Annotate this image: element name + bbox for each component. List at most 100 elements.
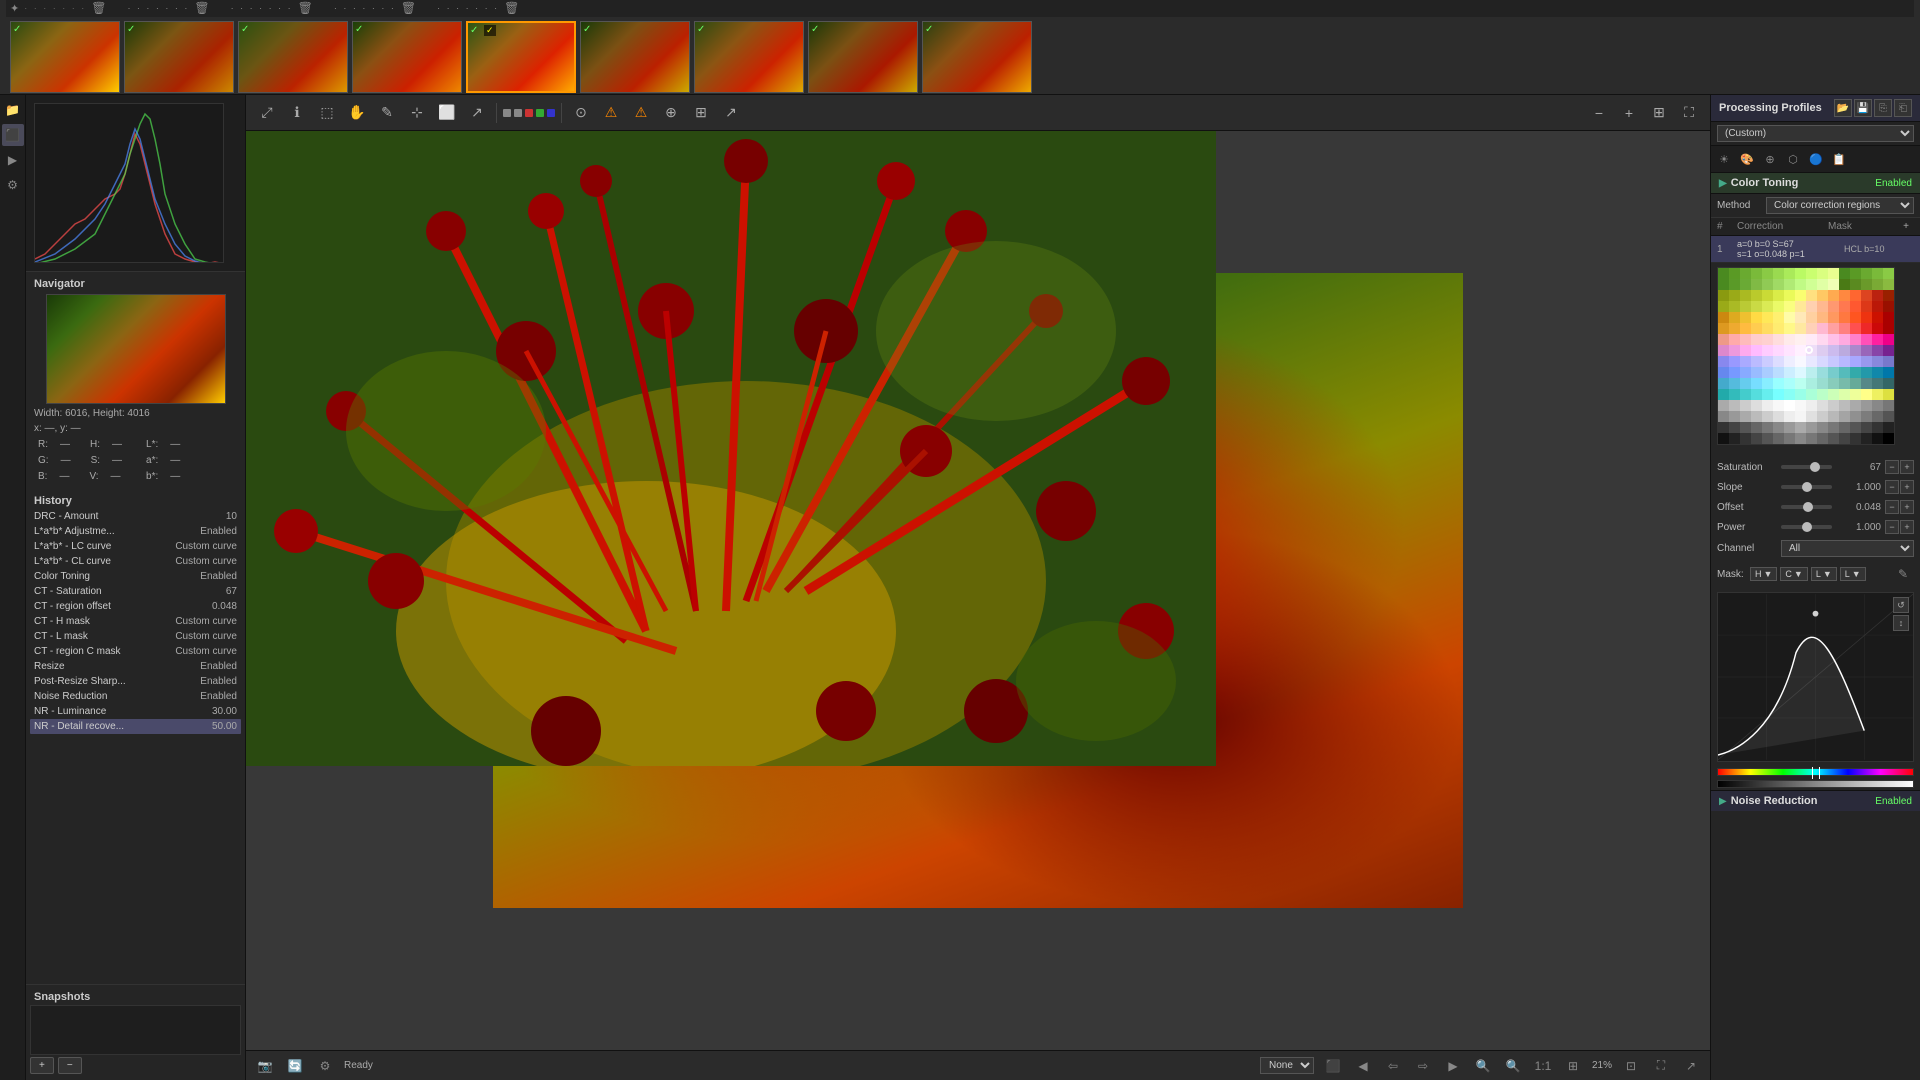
pp-copy-icon[interactable]: ⎘ bbox=[1874, 99, 1892, 117]
color-cell-6-4[interactable] bbox=[1762, 334, 1773, 345]
panel-icon-local[interactable]: ⬡ bbox=[1782, 148, 1804, 170]
channel-r[interactable] bbox=[514, 109, 522, 117]
color-cell-14-0[interactable] bbox=[1718, 422, 1729, 433]
color-cell-5-0[interactable] bbox=[1718, 323, 1729, 334]
color-cell-7-0[interactable] bbox=[1718, 345, 1729, 356]
color-cell-5-9[interactable] bbox=[1817, 323, 1828, 334]
history-item-8[interactable]: CT - L mask Custom curve bbox=[30, 629, 241, 644]
color-cell-4-8[interactable] bbox=[1806, 312, 1817, 323]
color-cell-1-11[interactable] bbox=[1839, 279, 1850, 290]
thumb-1[interactable]: ✓ bbox=[10, 21, 120, 93]
color-cell-1-10[interactable] bbox=[1828, 279, 1839, 290]
history-item-13[interactable]: NR - Luminance 30.00 bbox=[30, 704, 241, 719]
color-cell-2-0[interactable] bbox=[1718, 290, 1729, 301]
queue-icon[interactable]: ▶ bbox=[2, 149, 24, 171]
color-cell-14-15[interactable] bbox=[1883, 422, 1894, 433]
color-cell-7-9[interactable] bbox=[1817, 345, 1828, 356]
color-cell-6-8[interactable] bbox=[1806, 334, 1817, 345]
color-cell-0-4[interactable] bbox=[1762, 268, 1773, 279]
export-icon[interactable]: ↗ bbox=[718, 100, 744, 126]
color-cell-0-13[interactable] bbox=[1861, 268, 1872, 279]
color-cell-1-1[interactable] bbox=[1729, 279, 1740, 290]
color-cell-15-7[interactable] bbox=[1795, 433, 1806, 444]
color-cell-8-2[interactable] bbox=[1740, 356, 1751, 367]
color-cell-9-11[interactable] bbox=[1839, 367, 1850, 378]
color-cell-15-1[interactable] bbox=[1729, 433, 1740, 444]
color-cell-1-6[interactable] bbox=[1784, 279, 1795, 290]
thumb-2[interactable]: ✓ bbox=[124, 21, 234, 93]
color-cell-5-4[interactable] bbox=[1762, 323, 1773, 334]
curve-editor[interactable]: ↺ ↕ bbox=[1717, 592, 1914, 762]
color-cell-10-3[interactable] bbox=[1751, 378, 1762, 389]
color-cell-8-8[interactable] bbox=[1806, 356, 1817, 367]
color-cell-9-0[interactable] bbox=[1718, 367, 1729, 378]
color-cell-1-5[interactable] bbox=[1773, 279, 1784, 290]
color-cell-3-5[interactable] bbox=[1773, 301, 1784, 312]
color-cell-3-15[interactable] bbox=[1883, 301, 1894, 312]
color-cell-0-3[interactable] bbox=[1751, 268, 1762, 279]
color-cell-6-13[interactable] bbox=[1861, 334, 1872, 345]
method-select[interactable]: Color correction regions bbox=[1766, 197, 1914, 214]
color-cell-15-4[interactable] bbox=[1762, 433, 1773, 444]
color-cell-5-5[interactable] bbox=[1773, 323, 1784, 334]
color-cell-7-1[interactable] bbox=[1729, 345, 1740, 356]
color-cell-2-10[interactable] bbox=[1828, 290, 1839, 301]
info-tool[interactable]: ℹ bbox=[284, 100, 310, 126]
color-cell-10-5[interactable] bbox=[1773, 378, 1784, 389]
color-cell-7-10[interactable] bbox=[1828, 345, 1839, 356]
color-cell-9-3[interactable] bbox=[1751, 367, 1762, 378]
color-cell-2-7[interactable] bbox=[1795, 290, 1806, 301]
color-cell-2-11[interactable] bbox=[1839, 290, 1850, 301]
color-cell-1-0[interactable] bbox=[1718, 279, 1729, 290]
color-cell-1-13[interactable] bbox=[1861, 279, 1872, 290]
color-cell-7-5[interactable] bbox=[1773, 345, 1784, 356]
rotate-tool[interactable]: ↗ bbox=[464, 100, 490, 126]
color-cell-13-8[interactable] bbox=[1806, 411, 1817, 422]
color-cell-12-11[interactable] bbox=[1839, 400, 1850, 411]
mask-h-btn[interactable]: H ▼ bbox=[1750, 567, 1777, 581]
channel-lum[interactable] bbox=[503, 109, 511, 117]
color-cell-8-14[interactable] bbox=[1872, 356, 1883, 367]
mask-edit-btn[interactable]: ✎ bbox=[1892, 563, 1914, 585]
transform-tool[interactable]: ⤢ bbox=[254, 100, 280, 126]
color-cell-12-2[interactable] bbox=[1740, 400, 1751, 411]
color-cell-12-12[interactable] bbox=[1850, 400, 1861, 411]
color-cell-6-2[interactable] bbox=[1740, 334, 1751, 345]
channel-select[interactable]: All R G B bbox=[1781, 540, 1914, 557]
prefs-icon[interactable]: ⚙ bbox=[2, 174, 24, 196]
color-cell-15-8[interactable] bbox=[1806, 433, 1817, 444]
color-cell-10-0[interactable] bbox=[1718, 378, 1729, 389]
color-cell-15-6[interactable] bbox=[1784, 433, 1795, 444]
offset-plus[interactable]: + bbox=[1900, 500, 1914, 514]
color-cell-8-7[interactable] bbox=[1795, 356, 1806, 367]
none-dropdown[interactable]: None bbox=[1260, 1057, 1314, 1074]
focus-icon[interactable]: ⊕ bbox=[658, 100, 684, 126]
color-cell-11-11[interactable] bbox=[1839, 389, 1850, 400]
color-cell-4-0[interactable] bbox=[1718, 312, 1729, 323]
color-cell-9-10[interactable] bbox=[1828, 367, 1839, 378]
color-cell-10-13[interactable] bbox=[1861, 378, 1872, 389]
color-cell-3-9[interactable] bbox=[1817, 301, 1828, 312]
zoom-in-icon[interactable]: + bbox=[1616, 100, 1642, 126]
slope-minus[interactable]: − bbox=[1885, 480, 1899, 494]
color-cell-13-1[interactable] bbox=[1729, 411, 1740, 422]
thumb-4[interactable]: ✓ bbox=[352, 21, 462, 93]
color-cell-12-8[interactable] bbox=[1806, 400, 1817, 411]
color-cell-9-5[interactable] bbox=[1773, 367, 1784, 378]
panel-icon-exposure[interactable]: ☀ bbox=[1713, 148, 1735, 170]
color-cell-0-6[interactable] bbox=[1784, 268, 1795, 279]
color-cell-2-4[interactable] bbox=[1762, 290, 1773, 301]
color-cell-2-1[interactable] bbox=[1729, 290, 1740, 301]
power-track[interactable] bbox=[1781, 525, 1832, 529]
color-cell-11-5[interactable] bbox=[1773, 389, 1784, 400]
offset-track[interactable] bbox=[1781, 505, 1832, 509]
color-cell-4-5[interactable] bbox=[1773, 312, 1784, 323]
color-picker-tool[interactable]: ✎ bbox=[374, 100, 400, 126]
color-cell-7-3[interactable] bbox=[1751, 345, 1762, 356]
color-cell-6-5[interactable] bbox=[1773, 334, 1784, 345]
add-correction-btn[interactable]: + bbox=[1898, 221, 1914, 232]
history-item-4[interactable]: Color Toning Enabled bbox=[30, 569, 241, 584]
preset-dropdown[interactable]: (Custom) bbox=[1717, 125, 1914, 142]
color-cell-12-9[interactable] bbox=[1817, 400, 1828, 411]
color-cell-6-11[interactable] bbox=[1839, 334, 1850, 345]
